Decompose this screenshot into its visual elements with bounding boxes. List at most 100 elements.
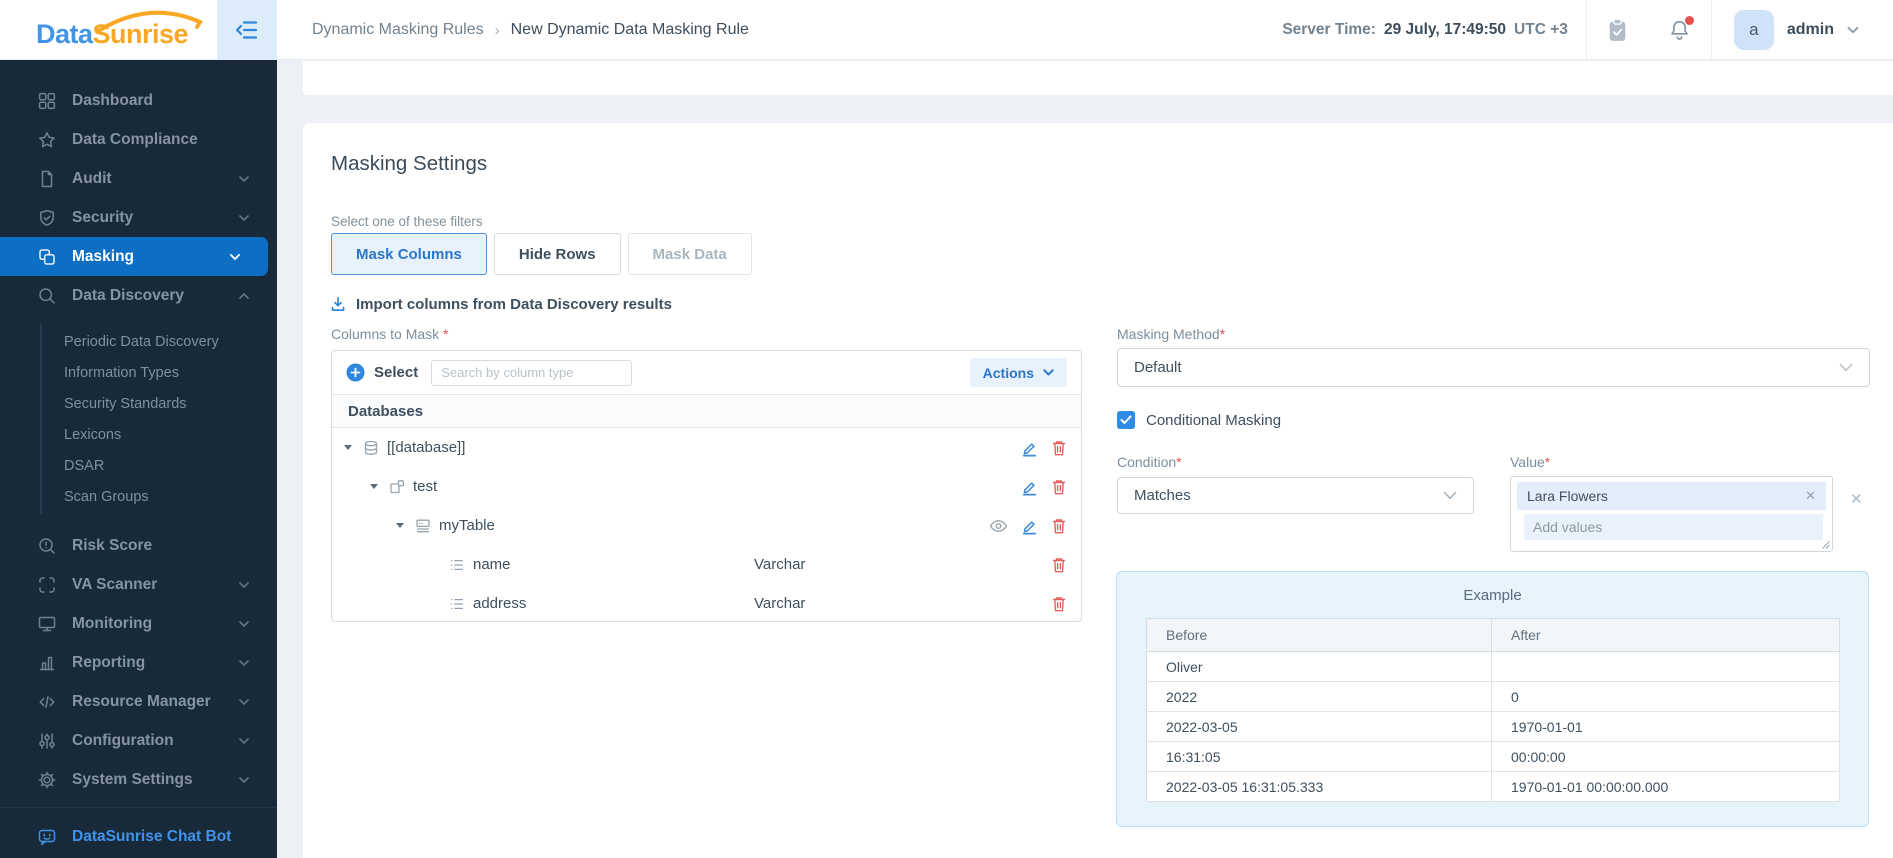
add-values-input[interactable] (1524, 514, 1823, 540)
trash-icon[interactable] (1051, 439, 1067, 457)
download-icon (329, 295, 347, 313)
breadcrumb-parent[interactable]: Dynamic Masking Rules (312, 21, 484, 39)
example-cell: 0 (1491, 681, 1840, 712)
chevron-down-icon (1839, 363, 1853, 372)
caret-down-icon[interactable] (370, 484, 378, 489)
sidebar-collapse-button[interactable] (217, 0, 277, 60)
tree-row-schema[interactable]: test (332, 467, 1081, 506)
sidebar-item-label: VA Scanner (72, 575, 158, 593)
remove-tag-icon[interactable]: ✕ (1805, 488, 1816, 504)
sidebar-item-monitoring[interactable]: Monitoring (0, 604, 277, 643)
example-cell: 00:00:00 (1491, 741, 1840, 772)
caret-down-icon[interactable] (344, 445, 352, 450)
mask-icon (37, 247, 57, 267)
tasks-button[interactable] (1587, 0, 1649, 60)
sidebar-item-security[interactable]: Security (0, 198, 277, 237)
sidebar-item-label: Data Compliance (72, 130, 198, 148)
sidebar-item-resource-manager[interactable]: Resource Manager (0, 682, 277, 721)
sidebar-item-risk-score[interactable]: Risk Score (0, 526, 277, 565)
chevron-down-icon (239, 737, 249, 744)
sidebar-item-system-settings[interactable]: System Settings (0, 760, 277, 799)
sidebar-subitem-dsar[interactable]: DSAR (42, 450, 277, 481)
tree-header: Databases (332, 394, 1081, 428)
select-button[interactable]: Select (374, 364, 418, 381)
sidebar-item-dashboard[interactable]: Dashboard (0, 81, 277, 120)
sidebar-item-va-scanner[interactable]: VA Scanner (0, 565, 277, 604)
value-label: Value* (1510, 454, 1551, 470)
sidebar-item-configuration[interactable]: Configuration (0, 721, 277, 760)
sidebar-item-label: Monitoring (72, 614, 153, 632)
plus-circle-icon[interactable] (346, 363, 365, 382)
trash-icon[interactable] (1051, 517, 1067, 535)
sidebar-divider (0, 807, 277, 808)
tree-row-database[interactable]: [[database]] (332, 428, 1081, 467)
data-discovery-submenu: Periodic Data Discovery Information Type… (40, 324, 277, 514)
clear-values-icon[interactable]: ✕ (1850, 490, 1863, 508)
sidebar-item-data-compliance[interactable]: Data Compliance (0, 120, 277, 159)
required-asterisk: * (443, 326, 449, 342)
conditional-masking-toggle[interactable]: Conditional Masking (1117, 411, 1281, 429)
example-title: Example (1463, 587, 1522, 604)
trash-icon[interactable] (1051, 478, 1067, 496)
caret-down-icon[interactable] (396, 523, 404, 528)
table-icon (415, 518, 431, 534)
notifications-button[interactable] (1649, 0, 1711, 60)
logo-text-data: Data (36, 19, 93, 49)
trash-icon[interactable] (1051, 556, 1067, 574)
sidebar-subitem-periodic-data-discovery[interactable]: Periodic Data Discovery (42, 326, 277, 357)
trash-icon[interactable] (1051, 595, 1067, 613)
mask-data-button[interactable]: Mask Data (627, 233, 752, 275)
mask-columns-button[interactable]: Mask Columns (331, 233, 487, 275)
sidebar-subitem-scan-groups[interactable]: Scan Groups (42, 481, 277, 512)
example-cell: Oliver (1146, 651, 1492, 682)
topbar-right: Server Time: 29 July, 17:49:50 UTC +3 a … (1282, 0, 1893, 60)
tree-node-label: [[database]] (387, 439, 466, 456)
star-icon (37, 130, 57, 150)
conditional-masking-label: Conditional Masking (1146, 411, 1282, 429)
column-type: Varchar (754, 556, 806, 573)
sidebar-subitem-lexicons[interactable]: Lexicons (42, 419, 277, 450)
condition-value: Matches (1134, 487, 1191, 504)
value-tags-field[interactable]: Lara Flowers ✕ (1510, 476, 1833, 552)
tree-row-table[interactable]: myTable (332, 506, 1081, 545)
example-table: Before After Oliver 2022 0 2022-03-05 19… (1146, 618, 1840, 802)
import-columns-label: Import columns from Data Discovery resul… (356, 295, 672, 313)
sidebar-item-masking[interactable]: Masking (0, 237, 268, 276)
user-menu[interactable]: a admin (1712, 0, 1893, 60)
edit-icon[interactable] (1021, 478, 1038, 496)
resize-handle[interactable] (1822, 541, 1830, 549)
sidebar-item-label: Reporting (72, 653, 146, 671)
actions-button[interactable]: Actions (969, 358, 1067, 387)
example-cell: 2022 (1146, 681, 1492, 712)
sidebar-item-audit[interactable]: Audit (0, 159, 277, 198)
tree-row-column-name[interactable]: name Varchar (332, 545, 1081, 584)
example-col-after: After (1491, 618, 1840, 652)
example-col-before: Before (1146, 618, 1492, 652)
sidebar-item-data-discovery[interactable]: Data Discovery (0, 276, 277, 315)
checkbox-checked-icon[interactable] (1117, 411, 1135, 429)
sidebar-item-label: Masking (72, 247, 135, 265)
monitor-icon (37, 614, 57, 634)
condition-select[interactable]: Matches (1117, 477, 1474, 514)
sidebar-subitem-information-types[interactable]: Information Types (42, 357, 277, 388)
example-cell: 1970-01-01 (1491, 711, 1840, 742)
tree-row-column-address[interactable]: address Varchar (332, 584, 1081, 623)
import-columns-link[interactable]: Import columns from Data Discovery resul… (329, 295, 672, 313)
sidebar-item-label: Security (72, 208, 134, 226)
sidebar-item-chatbot[interactable]: DataSunrise Chat Bot (0, 810, 277, 858)
column-search-input[interactable] (431, 359, 633, 386)
edit-icon[interactable] (1021, 439, 1038, 457)
filters-label: Select one of these filters (331, 214, 483, 229)
chevron-down-icon (230, 253, 240, 260)
sidebar-subitem-security-standards[interactable]: Security Standards (42, 388, 277, 419)
masking-method-select[interactable]: Default (1117, 348, 1870, 387)
eye-icon[interactable] (989, 519, 1008, 533)
hide-rows-button[interactable]: Hide Rows (493, 233, 621, 275)
sidebar-item-reporting[interactable]: Reporting (0, 643, 277, 682)
chevron-down-icon (239, 620, 249, 627)
sidebar-item-label: Configuration (72, 731, 174, 749)
server-time-label: Server Time: (1282, 21, 1376, 38)
sidebar-item-label: System Settings (72, 770, 193, 788)
table-row: 2022-03-05 16:31:05.333 1970-01-01 00:00… (1146, 771, 1840, 802)
edit-icon[interactable] (1021, 517, 1038, 535)
